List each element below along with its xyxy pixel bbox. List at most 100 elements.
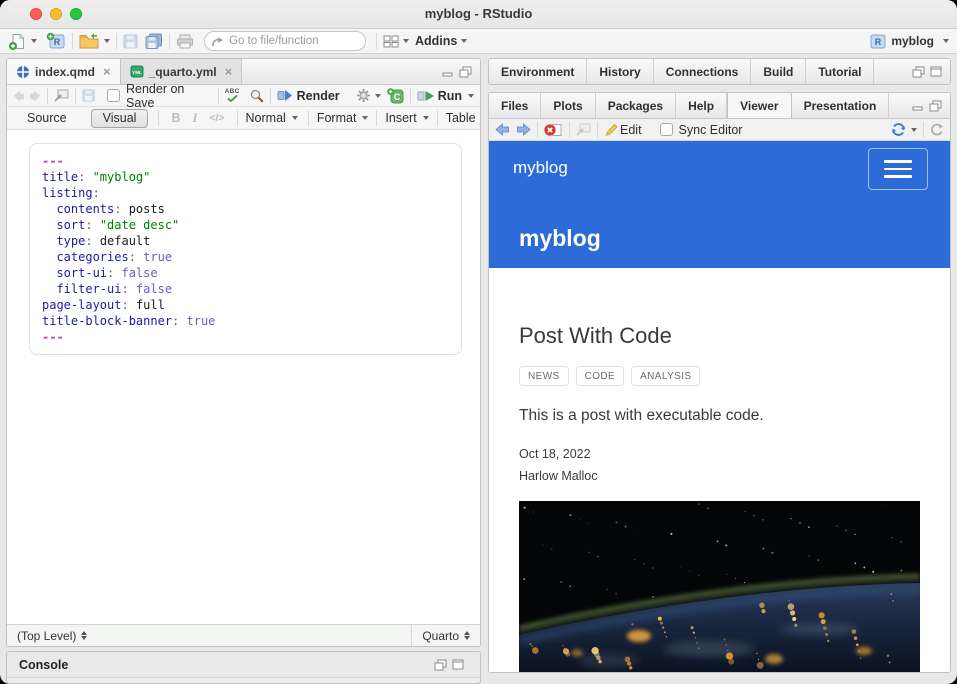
render-icon[interactable]	[277, 89, 293, 102]
sync-editor-checkbox[interactable]	[660, 123, 673, 136]
refresh-icon[interactable]	[930, 123, 944, 137]
hamburger-line	[884, 168, 912, 171]
run-button[interactable]: Run	[438, 89, 462, 103]
publish-caret[interactable]	[911, 128, 917, 132]
tab-environment[interactable]: Environment	[489, 59, 587, 84]
new-file-icon[interactable]	[8, 32, 27, 51]
clear-viewer-icon[interactable]	[544, 123, 563, 137]
quarto-icon	[16, 65, 30, 79]
maximize-pane-icon[interactable]	[452, 659, 464, 670]
scope-indicator[interactable]: (Top Level)	[17, 629, 76, 643]
file-type-indicator[interactable]: Quarto	[422, 629, 459, 643]
tab-files[interactable]: Files	[489, 93, 541, 118]
code-button[interactable]: </>	[209, 112, 224, 124]
addins-menu[interactable]: Addins	[415, 34, 457, 48]
forward-icon[interactable]	[29, 90, 41, 101]
tab-presentation[interactable]: Presentation	[792, 93, 890, 118]
source-mode-button[interactable]: Source	[27, 111, 67, 125]
viewer-back-icon[interactable]	[495, 123, 510, 136]
search-icon[interactable]	[250, 89, 264, 103]
table-menu[interactable]: Table	[446, 111, 476, 125]
format-menu[interactable]: Format	[317, 111, 357, 125]
rstudio-window: myblog - RStudio R Go to file/function	[0, 0, 957, 684]
tab-index-qmd[interactable]: index.qmd ×	[6, 59, 121, 84]
addins-caret[interactable]	[461, 39, 467, 43]
project-menu[interactable]: R myblog	[870, 34, 949, 49]
visual-mode-button[interactable]: Visual	[91, 109, 149, 128]
restore-pane-icon[interactable]	[912, 66, 925, 78]
tab-build[interactable]: Build	[751, 59, 806, 84]
yaml-metadata-block[interactable]: ---title: "myblog"listing: contents: pos…	[29, 143, 462, 355]
print-icon[interactable]	[176, 34, 194, 49]
spellcheck-icon[interactable]: ABC	[225, 89, 240, 103]
minimize-pane-icon[interactable]	[442, 67, 454, 77]
tab-quarto-yml[interactable]: YML _quarto.yml ×	[121, 59, 243, 84]
italic-button[interactable]: I	[192, 111, 197, 126]
tab-connections[interactable]: Connections	[654, 59, 752, 84]
pane-layout-caret[interactable]	[403, 39, 409, 43]
blog-header: myblog myblog	[489, 141, 950, 268]
tab-plots[interactable]: Plots	[541, 93, 595, 118]
maximize-pane-icon[interactable]	[930, 66, 942, 77]
run-caret[interactable]	[468, 94, 474, 98]
hamburger-menu-button[interactable]	[868, 148, 928, 190]
tab-history[interactable]: History	[587, 59, 653, 84]
tab-help[interactable]: Help	[676, 93, 727, 118]
maximize-pane-icon[interactable]	[459, 66, 472, 78]
back-icon[interactable]	[13, 90, 25, 101]
category-badge[interactable]: ANALYSIS	[631, 366, 700, 386]
format-menu-caret[interactable]	[362, 116, 368, 120]
editor-content[interactable]: ---title: "myblog"listing: contents: pos…	[7, 130, 480, 626]
edit-pencil-icon[interactable]	[604, 123, 618, 137]
restore-pane-icon[interactable]	[434, 659, 447, 671]
open-in-new-window-icon[interactable]	[576, 123, 591, 136]
open-file-icon[interactable]	[79, 33, 100, 50]
run-icon[interactable]	[417, 90, 435, 102]
edit-button[interactable]: Edit	[620, 123, 642, 137]
post-title-link[interactable]: Post With Code	[519, 323, 920, 349]
editor-toolbar: Render on Save ABC Render C Run	[7, 85, 480, 107]
goto-file-function-input[interactable]: Go to file/function	[204, 31, 366, 51]
code-line: categories: true	[42, 249, 449, 265]
render-settings-caret[interactable]	[375, 94, 381, 98]
save-icon[interactable]	[82, 89, 95, 102]
new-project-icon[interactable]: R	[46, 32, 66, 51]
post-author: Harlow Malloc	[519, 469, 920, 483]
insert-menu-caret[interactable]	[423, 116, 429, 120]
category-badge[interactable]: NEWS	[519, 366, 569, 386]
viewer-forward-icon[interactable]	[516, 123, 531, 136]
code-line: ---	[42, 153, 449, 169]
category-badge[interactable]: CODE	[576, 366, 625, 386]
project-name: myblog	[891, 34, 934, 48]
open-in-new-window-icon[interactable]	[54, 89, 69, 102]
render-settings-gear-icon[interactable]	[356, 88, 371, 103]
render-button[interactable]: Render	[297, 89, 340, 103]
tab-packages[interactable]: Packages	[596, 93, 676, 118]
save-all-icon[interactable]	[145, 33, 163, 49]
titlebar: myblog - RStudio	[0, 0, 957, 29]
paragraph-style-dropdown[interactable]: Normal	[246, 111, 286, 125]
tab-tutorial[interactable]: Tutorial	[806, 59, 874, 84]
editor-format-bar: Source Visual B I </> Normal Format Inse…	[7, 107, 480, 130]
publish-icon[interactable]	[890, 122, 907, 137]
new-file-dropdown-caret[interactable]	[31, 39, 37, 43]
minimize-pane-icon[interactable]	[912, 101, 924, 111]
pane-layout-icon[interactable]	[383, 35, 399, 48]
goto-placeholder: Go to file/function	[229, 35, 319, 47]
render-on-save-checkbox[interactable]	[107, 89, 120, 102]
viewer-content: myblog myblog Post With Code NEWS CODE ANA…	[489, 141, 950, 672]
close-tab-icon[interactable]: ×	[225, 64, 233, 79]
code-line: page-layout: full	[42, 297, 449, 313]
insert-menu[interactable]: Insert	[385, 111, 416, 125]
hamburger-line	[884, 175, 912, 178]
paragraph-style-caret[interactable]	[292, 116, 298, 120]
tab-viewer[interactable]: Viewer	[727, 93, 791, 118]
open-file-dropdown-caret[interactable]	[104, 39, 110, 43]
close-tab-icon[interactable]: ×	[103, 64, 111, 79]
save-icon[interactable]	[123, 34, 138, 49]
navbar-brand[interactable]: myblog	[513, 158, 568, 178]
console-header[interactable]: Console	[7, 652, 480, 678]
insert-chunk-icon[interactable]: C	[387, 88, 404, 104]
maximize-pane-icon[interactable]	[929, 100, 942, 112]
bold-button[interactable]: B	[171, 111, 180, 125]
